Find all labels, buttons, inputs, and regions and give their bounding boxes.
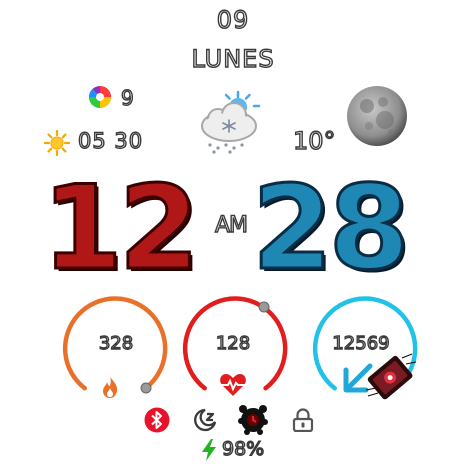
lock-icon[interactable] bbox=[292, 408, 314, 432]
heart-pulse-icon bbox=[220, 374, 246, 396]
sleep-icon[interactable] bbox=[192, 407, 218, 433]
sun-icon bbox=[44, 130, 70, 156]
flame-icon bbox=[103, 376, 118, 398]
alarm-icon[interactable] bbox=[235, 401, 271, 437]
calories-value: 328 bbox=[98, 332, 134, 354]
moon-phase-icon bbox=[347, 86, 407, 146]
snow-cloud-sun-icon[interactable] bbox=[196, 90, 264, 156]
clock-period: AM bbox=[214, 212, 248, 238]
battery-level: 98% bbox=[221, 437, 265, 460]
clock-minute: 28 bbox=[250, 161, 410, 296]
charging-icon bbox=[202, 439, 216, 461]
day-name: LUNES bbox=[191, 44, 275, 73]
notifications-app-icon[interactable] bbox=[88, 85, 112, 109]
day-number: 09 bbox=[216, 5, 250, 34]
sun-time: 05 30 bbox=[77, 128, 144, 153]
bluetooth-icon[interactable] bbox=[144, 407, 170, 433]
temperature: 10° bbox=[292, 126, 336, 155]
notification-count: 9 bbox=[120, 85, 134, 110]
clock-hour: 12 bbox=[40, 161, 200, 296]
heart-sensor-icon bbox=[365, 353, 417, 400]
heart-rate-value: 128 bbox=[215, 332, 251, 354]
